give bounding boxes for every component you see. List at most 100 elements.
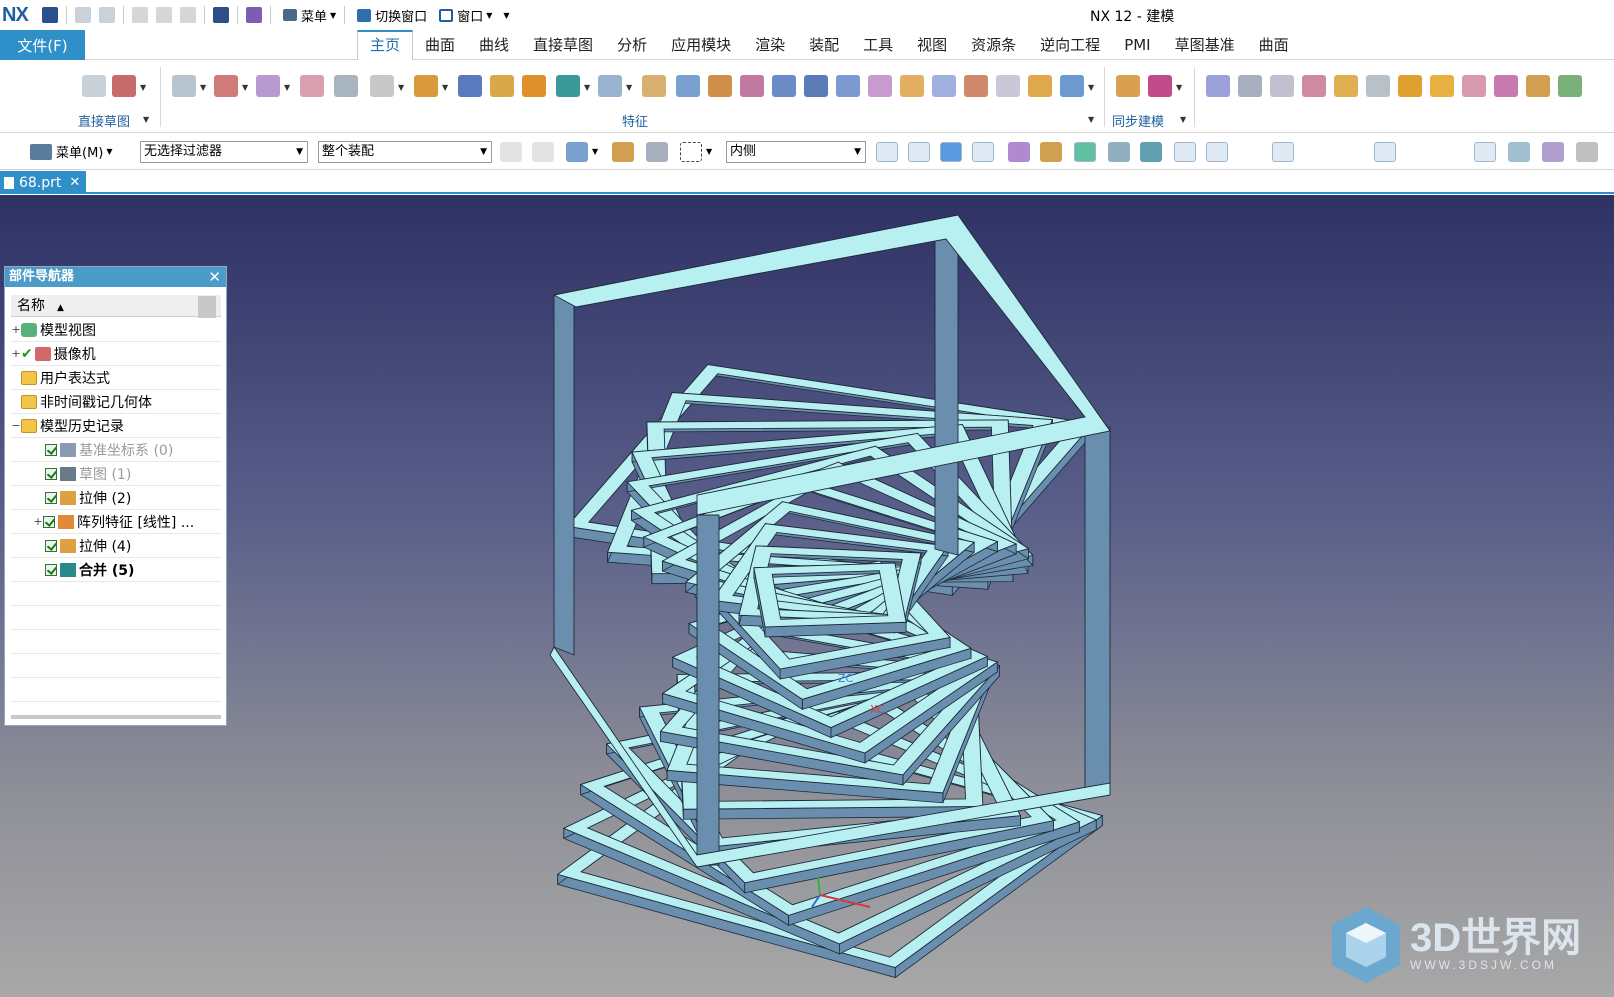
tree-node-unite[interactable]: 合并 (5): [11, 558, 221, 582]
tree-node-extrude-4[interactable]: 拉伸 (4): [11, 534, 221, 558]
chevron-down-icon[interactable]: ▼: [398, 83, 404, 92]
tab-reverse-engineering[interactable]: 逆向工程: [1028, 30, 1112, 60]
unite-icon[interactable]: [556, 75, 580, 97]
document-tab[interactable]: 68.prt ✕: [0, 171, 86, 194]
window-button[interactable]: 窗口 ▼: [435, 6, 492, 25]
color-face-icon[interactable]: [1040, 142, 1062, 162]
tab-tools[interactable]: 工具: [851, 30, 905, 60]
chamfer-icon[interactable]: [676, 75, 700, 97]
visibility-checkbox[interactable]: [43, 515, 55, 528]
close-icon[interactable]: ✕: [208, 267, 221, 287]
tab-home[interactable]: 主页: [357, 30, 414, 60]
tree-node-model-history[interactable]: − 模型历史记录: [11, 414, 221, 438]
tree-node-datum-csys[interactable]: 基准坐标系 (0): [11, 438, 221, 462]
tree-node-pattern-feature[interactable]: + 阵列特征 [线性] ...: [11, 510, 221, 534]
visibility-checkbox[interactable]: [45, 443, 57, 456]
tree-node-user-expressions[interactable]: 用户表达式: [11, 366, 221, 390]
line-icon[interactable]: [214, 75, 238, 97]
expand-icon[interactable]: +: [11, 347, 21, 360]
save-as-icon[interactable]: [213, 7, 229, 23]
snap-midpoint-icon[interactable]: [1108, 142, 1130, 162]
sheet-body-icon[interactable]: [972, 142, 994, 162]
solid-body-icon[interactable]: [940, 142, 962, 162]
tab-render[interactable]: 渲染: [743, 30, 797, 60]
visibility-checkbox[interactable]: [45, 467, 57, 480]
tab-curve[interactable]: 曲线: [467, 30, 521, 60]
general-select-icon[interactable]: [500, 142, 522, 162]
horizontal-scrollbar[interactable]: [11, 715, 221, 719]
sketch-curve-icon[interactable]: [172, 75, 196, 97]
snap-enable-icon[interactable]: [1074, 142, 1096, 162]
chevron-down-icon[interactable]: ▼: [1180, 115, 1186, 124]
switch-window-button[interactable]: 切换窗口: [353, 6, 427, 25]
split-body-icon[interactable]: [836, 75, 860, 97]
point-set-icon[interactable]: [334, 75, 358, 97]
visibility-checkbox[interactable]: [45, 491, 57, 504]
tab-analysis[interactable]: 分析: [605, 30, 659, 60]
snap-on-curve-icon[interactable]: [1306, 142, 1328, 162]
sketch-icon[interactable]: [82, 75, 106, 97]
sweep-icon[interactable]: [868, 75, 892, 97]
select-all-icon[interactable]: [532, 142, 554, 162]
column-header-name[interactable]: 名称 ▲: [11, 295, 221, 317]
through-mesh-icon[interactable]: [1238, 75, 1262, 97]
cone-icon[interactable]: [996, 75, 1020, 97]
save-icon[interactable]: [42, 7, 58, 23]
select-box-icon[interactable]: [646, 142, 668, 162]
cut-icon[interactable]: [132, 7, 148, 23]
feature-select-icon[interactable]: [566, 142, 588, 162]
rectangle-select-icon[interactable]: [680, 142, 702, 162]
expand-icon[interactable]: +: [11, 323, 21, 336]
bounded-plane-icon[interactable]: [1334, 75, 1358, 97]
snap-existing-point-icon[interactable]: [1442, 142, 1464, 162]
offset-surface-icon[interactable]: [1430, 75, 1454, 97]
paste-icon[interactable]: [180, 7, 196, 23]
copy-icon[interactable]: [156, 7, 172, 23]
body-filter-icon[interactable]: [876, 142, 898, 162]
tab-application[interactable]: 应用模块: [659, 30, 743, 60]
tab-resource-bar[interactable]: 资源条: [959, 30, 1028, 60]
extension-icon[interactable]: [1398, 75, 1422, 97]
boss-icon[interactable]: [490, 75, 514, 97]
more-features-icon[interactable]: [1060, 75, 1084, 97]
undo-icon[interactable]: [75, 7, 91, 23]
tab-sketch-datum[interactable]: 草图基准: [1163, 30, 1247, 60]
snap-control-point-icon[interactable]: [1240, 142, 1262, 162]
customize-qat-button[interactable]: ▼: [500, 11, 509, 20]
menu-button[interactable]: 菜单 ▼: [279, 6, 336, 25]
scrollbar[interactable]: [198, 296, 216, 318]
tab-assembly[interactable]: 装配: [797, 30, 851, 60]
snap-mid-point-icon[interactable]: [1206, 142, 1228, 162]
x-form-icon[interactable]: [1462, 75, 1486, 97]
trim-sheet-icon[interactable]: [1494, 75, 1518, 97]
shaded-icon[interactable]: [1008, 142, 1030, 162]
snap-perpendicular-icon[interactable]: [1340, 142, 1362, 162]
type-filter-select[interactable]: 无选择过滤器 ▼: [140, 141, 308, 163]
profile-icon[interactable]: [112, 75, 136, 97]
chevron-down-icon[interactable]: ▼: [1176, 83, 1182, 92]
visibility-checkbox[interactable]: [45, 563, 57, 576]
offset-face-icon[interactable]: [772, 75, 796, 97]
tree-node-sketch[interactable]: 草图 (1): [11, 462, 221, 486]
chevron-down-icon[interactable]: ▼: [1088, 83, 1094, 92]
tab-surface-2[interactable]: 曲面: [1247, 30, 1301, 60]
replace-face-icon[interactable]: [1148, 75, 1172, 97]
chevron-down-icon[interactable]: ▼: [584, 83, 590, 92]
chevron-down-icon[interactable]: ▼: [706, 147, 712, 156]
chevron-down-icon[interactable]: ▼: [626, 83, 632, 92]
cylinder-icon[interactable]: [932, 75, 956, 97]
trim-body-icon[interactable]: [740, 75, 764, 97]
surface-more-icon[interactable]: [1558, 75, 1582, 97]
file-menu-button[interactable]: 文件(F): [0, 30, 85, 60]
extrude-icon[interactable]: [414, 75, 438, 97]
sew-icon[interactable]: [1526, 75, 1550, 97]
datum-plane-icon[interactable]: [370, 75, 394, 97]
shell-icon[interactable]: [598, 75, 622, 97]
chevron-down-icon[interactable]: ▼: [592, 147, 598, 156]
tree-node-cameras[interactable]: + ✔ 摄像机: [11, 342, 221, 366]
thicken-icon[interactable]: [804, 75, 828, 97]
chevron-down-icon[interactable]: ▼: [284, 83, 290, 92]
snap-intersection-icon[interactable]: [1272, 142, 1294, 162]
snap-end-point-icon[interactable]: [1174, 142, 1196, 162]
emboss-icon[interactable]: [1028, 75, 1052, 97]
